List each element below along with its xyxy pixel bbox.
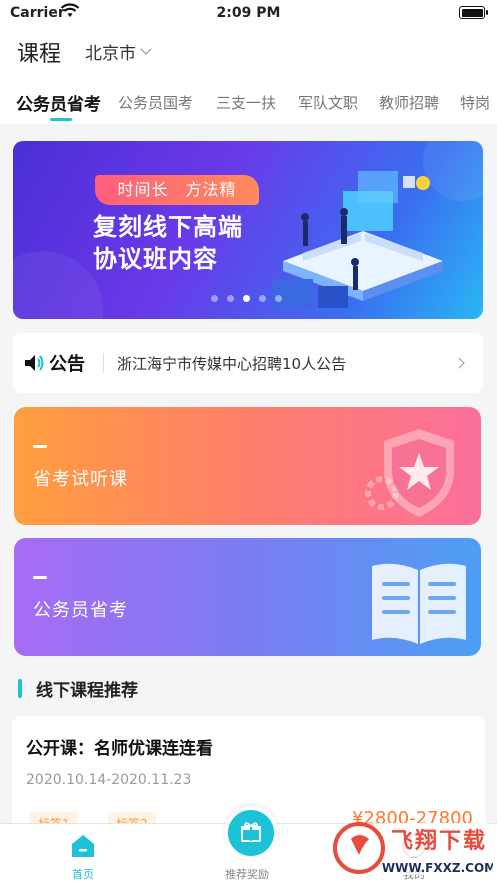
clock: 2:09 PM <box>216 5 281 21</box>
gift-button[interactable] <box>224 806 278 860</box>
banner-decoration <box>13 251 103 319</box>
section-title: 线下课程推荐 <box>18 676 138 701</box>
pagination-dot[interactable] <box>227 295 234 302</box>
announcement-bar[interactable]: 公告 浙江海宁市传媒中心招聘10人公告 <box>13 333 483 393</box>
city-selector[interactable]: 北京市 <box>85 39 152 64</box>
card-label: 省考试听课 <box>33 469 128 490</box>
tabbar-reward-label: 推荐奖励 <box>225 868 269 881</box>
watermark-logo: 飞翔下载 WWW.FXXZ.COM <box>333 822 493 875</box>
chevron-right-icon[interactable] <box>453 357 465 369</box>
gift-icon <box>241 822 261 842</box>
announcement-logo: 公告 <box>23 350 85 376</box>
home-icon <box>72 835 94 857</box>
city-label: 北京市 <box>85 44 136 64</box>
card-dash <box>33 445 47 448</box>
course-title: 公开课：名师优课连连看 <box>26 739 213 759</box>
card-dash <box>33 576 47 579</box>
tabbar-home-label: 首页 <box>72 868 94 881</box>
tab-civil-provincial[interactable]: 公务员省考 <box>16 90 101 115</box>
tab-active-indicator <box>50 118 72 121</box>
banner-pagination <box>211 295 282 302</box>
banner-headline: 复刻线下高端 协议班内容 <box>93 211 243 275</box>
card-label: 公务员省考 <box>33 600 128 621</box>
battery-icon <box>459 6 488 19</box>
tab-civil-national[interactable]: 公务员国考 <box>118 92 193 113</box>
course-date: 2020.10.14-2020.11.23 <box>26 772 192 788</box>
tab-military-civilian[interactable]: 军队文职 <box>298 92 358 113</box>
pagination-dot[interactable] <box>275 295 282 302</box>
tab-special-post[interactable]: 特岗 <box>460 92 490 113</box>
banner-slogan: 时间长 方法精 <box>95 175 259 205</box>
chevron-down-icon <box>140 43 152 55</box>
tabbar-home[interactable]: 首页 <box>33 824 133 883</box>
category-tabs: 公务员省考 公务员国考 三支一扶 军队文职 教师招聘 特岗 <box>0 78 497 124</box>
divider <box>103 353 104 373</box>
promo-banner[interactable]: 时间长 方法精 复刻线下高端 协议班内容 <box>13 141 483 319</box>
trial-lesson-card[interactable]: 省考试听课 <box>14 407 481 525</box>
top-header: 课程 北京市 <box>0 26 497 78</box>
banner-headline-line2: 协议班内容 <box>93 245 218 273</box>
tabbar-reward[interactable]: 推荐奖励 <box>197 806 297 883</box>
page-title: 课程 <box>17 42 62 67</box>
watermark-url: WWW.FXXZ.COM <box>382 861 493 875</box>
section-title-text: 线下课程推荐 <box>36 681 138 701</box>
open-book-illustration <box>273 171 443 308</box>
banner-headline-line1: 复刻线下高端 <box>93 213 243 241</box>
pagination-dot[interactable] <box>211 295 218 302</box>
announcement-logo-text: 公告 <box>49 354 85 375</box>
civil-exam-card[interactable]: 公务员省考 <box>14 538 481 656</box>
status-bar: Carrier 2:09 PM <box>0 0 497 26</box>
tab-sanzhi-yifu[interactable]: 三支一扶 <box>216 92 276 113</box>
shield-star-icon <box>365 429 454 517</box>
book-icon <box>372 563 466 644</box>
announcement-text[interactable]: 浙江海宁市传媒中心招聘10人公告 <box>117 353 346 374</box>
pagination-dot-active[interactable] <box>243 295 250 302</box>
watermark-text: 飞翔下载 <box>391 828 487 854</box>
tab-teacher-recruit[interactable]: 教师招聘 <box>379 92 439 113</box>
pagination-dot[interactable] <box>259 295 266 302</box>
section-accent-bar <box>18 679 22 698</box>
speaker-icon <box>25 355 44 371</box>
